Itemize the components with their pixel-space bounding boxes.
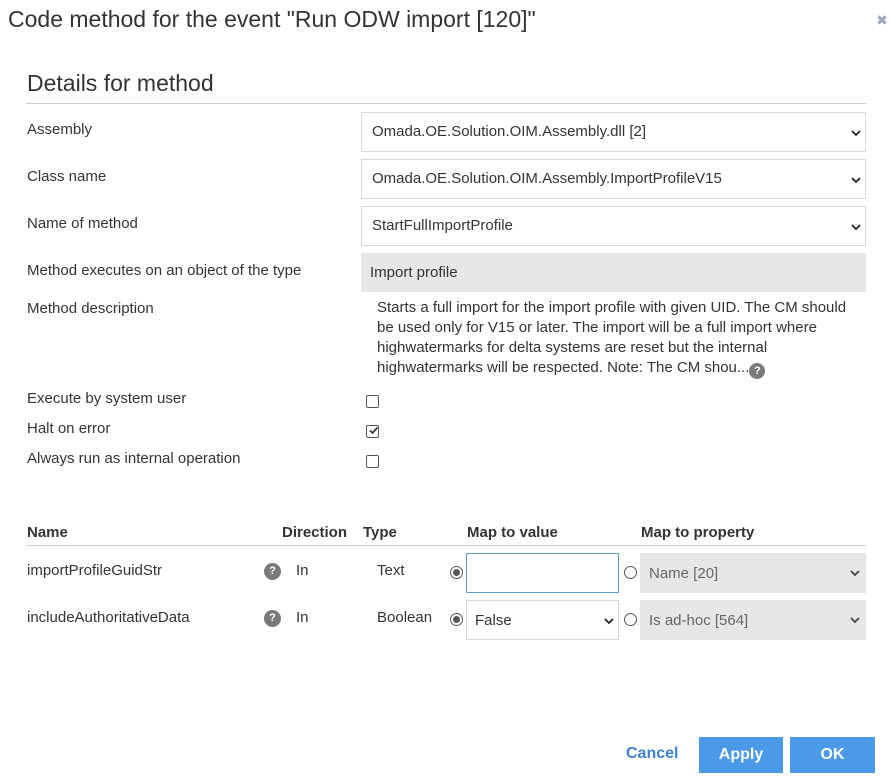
column-header-map-to-property: Map to property (641, 524, 755, 541)
internal-operation-checkbox[interactable] (366, 455, 379, 468)
method-description-label: Method description (27, 300, 154, 317)
param-type: Text (377, 562, 405, 579)
chevron-down-icon (851, 222, 861, 232)
column-header-type: Type (363, 524, 397, 541)
param-direction: In (296, 562, 309, 579)
map-to-property-select[interactable]: Name [20] (640, 553, 866, 593)
chevron-down-icon (850, 615, 860, 625)
map-to-property-radio[interactable] (624, 566, 637, 579)
class-name-select[interactable]: Omada.OE.Solution.OIM.Assembly.ImportPro… (361, 159, 866, 199)
chevron-down-icon (604, 616, 614, 626)
map-to-property-value: Is ad-hoc [564] (649, 612, 749, 629)
method-description: Starts a full import for the import prof… (377, 298, 857, 379)
assembly-select-value: Omada.OE.Solution.OIM.Assembly.dll [2] (372, 123, 646, 140)
column-header-map-to-value: Map to value (467, 524, 558, 541)
map-to-property-select[interactable]: Is ad-hoc [564] (640, 600, 866, 640)
method-name-select-value: StartFullImportProfile (372, 217, 513, 234)
checkmark-icon (369, 426, 379, 435)
apply-button[interactable]: Apply (699, 737, 783, 773)
param-name: includeAuthoritativeData (27, 609, 190, 626)
map-to-value-radio[interactable] (450, 613, 463, 626)
help-icon[interactable]: ? (264, 610, 281, 627)
chevron-down-icon (851, 128, 861, 138)
param-direction: In (296, 609, 309, 626)
system-user-label: Execute by system user (27, 390, 187, 407)
halt-on-error-checkbox[interactable] (366, 425, 379, 438)
param-type: Boolean (377, 609, 433, 626)
dialog-title: Code method for the event "Run ODW impor… (8, 6, 536, 32)
assembly-label: Assembly (27, 121, 93, 138)
chevron-down-icon (851, 175, 861, 185)
section-divider (26, 103, 866, 104)
object-type-label: Method executes on an object of the type (27, 262, 302, 279)
method-name-select[interactable]: StartFullImportProfile (361, 206, 866, 246)
table-divider (26, 545, 866, 546)
map-to-value-input[interactable] (466, 553, 619, 593)
map-to-property-radio[interactable] (624, 613, 637, 626)
ok-button[interactable]: OK (790, 737, 875, 773)
halt-on-error-label: Halt on error (27, 420, 111, 437)
chevron-down-icon (850, 568, 860, 578)
assembly-select[interactable]: Omada.OE.Solution.OIM.Assembly.dll [2] (361, 112, 866, 152)
column-header-name: Name (27, 524, 68, 541)
object-type-value: Import profile (370, 264, 458, 281)
column-header-direction: Direction (282, 524, 348, 541)
class-name-select-value: Omada.OE.Solution.OIM.Assembly.ImportPro… (372, 170, 722, 187)
section-title: Details for method (27, 70, 214, 96)
cancel-button[interactable]: Cancel (626, 745, 678, 763)
method-description-text: Starts a full import for the import prof… (377, 299, 847, 376)
help-icon[interactable]: ? (749, 363, 766, 379)
method-name-label: Name of method (27, 215, 138, 232)
map-to-property-value: Name [20] (649, 565, 719, 582)
param-name: importProfileGuidStr (27, 562, 163, 579)
map-to-value-select-value: False (475, 612, 512, 629)
object-type-field: Import profile (361, 253, 866, 292)
close-icon[interactable]: ✖ (874, 12, 890, 28)
help-icon[interactable]: ? (264, 563, 281, 580)
system-user-checkbox[interactable] (366, 395, 379, 408)
internal-operation-label: Always run as internal operation (27, 450, 241, 467)
map-to-value-radio[interactable] (450, 566, 463, 579)
class-name-label: Class name (27, 168, 107, 185)
map-to-value-select[interactable]: False (466, 600, 619, 640)
